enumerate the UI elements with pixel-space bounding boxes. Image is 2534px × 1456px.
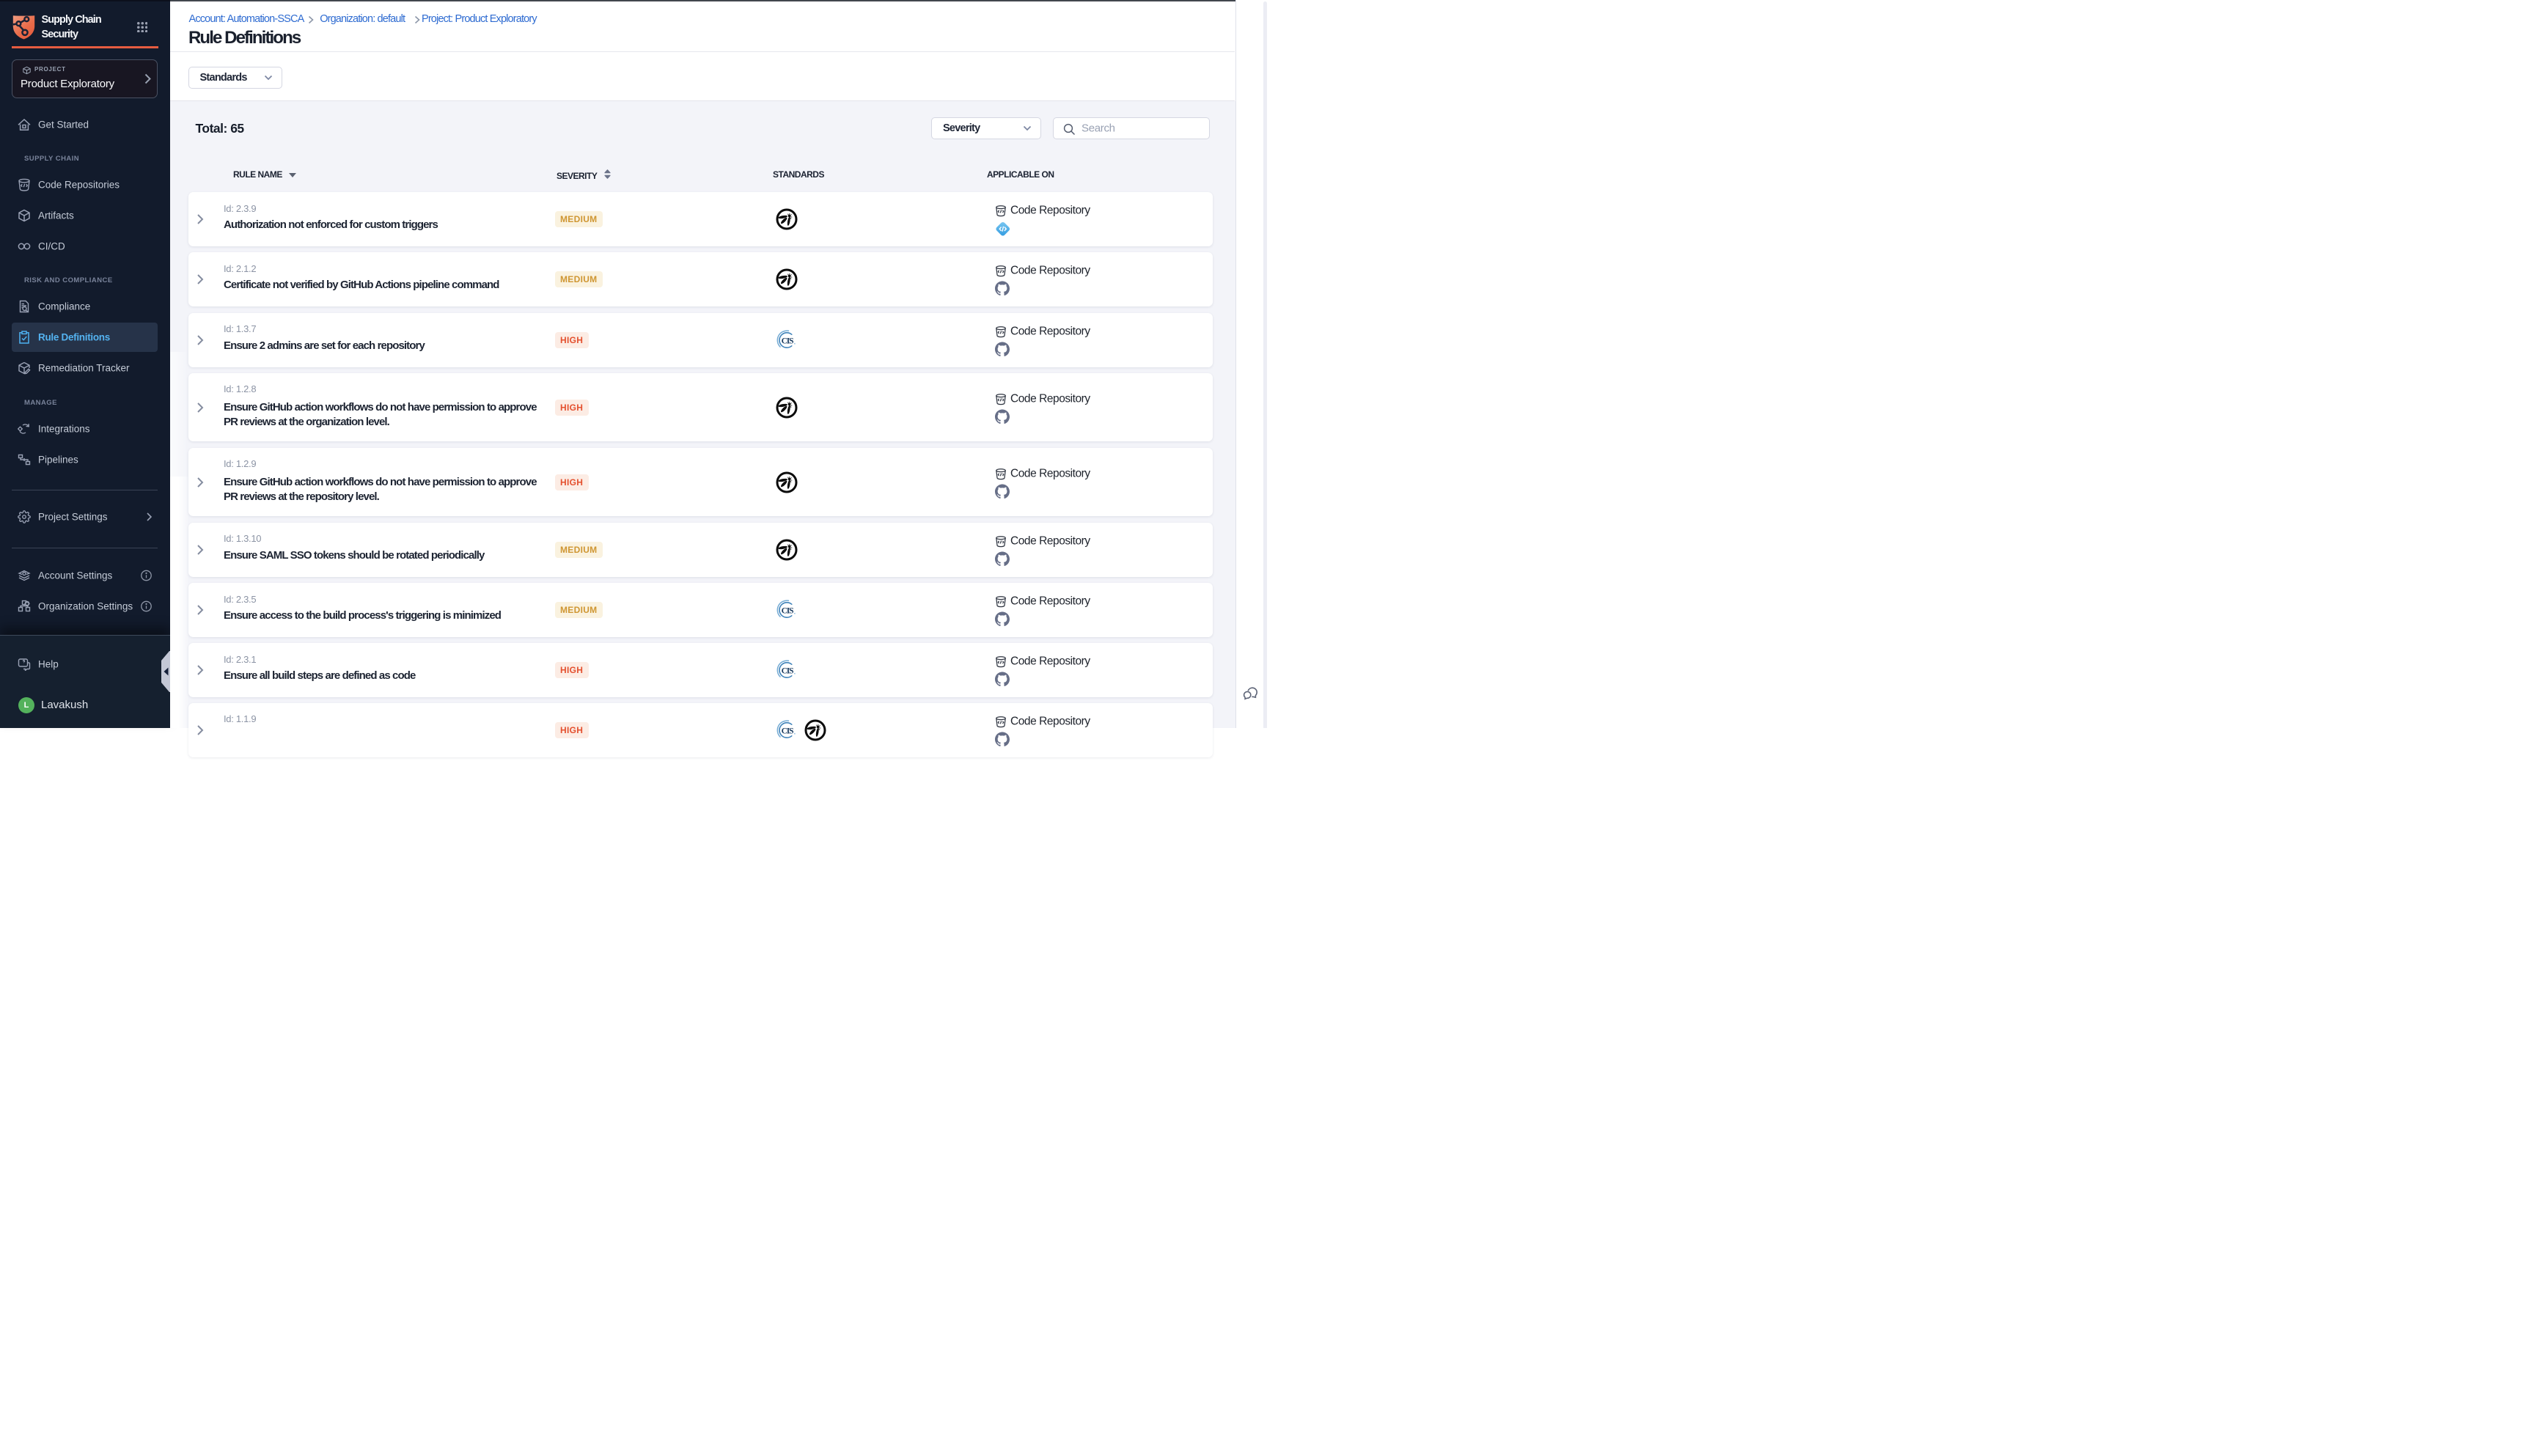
svg-text:CIS: CIS: [781, 727, 793, 735]
svg-text:CIS: CIS: [781, 606, 793, 615]
svg-text:CIS: CIS: [781, 667, 793, 676]
svg-text:CIS: CIS: [781, 337, 793, 345]
